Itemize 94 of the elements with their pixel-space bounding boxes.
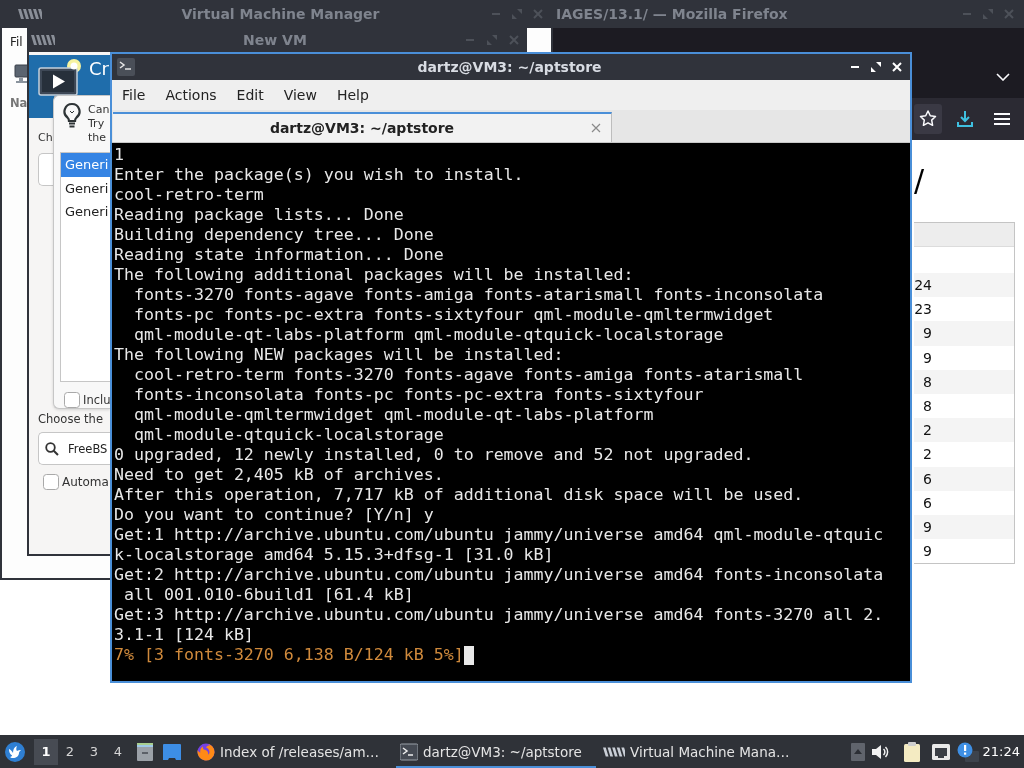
table-cell-text: 9 (922, 542, 932, 561)
round-logo-icon[interactable] (5, 741, 25, 762)
terminal-line: The following additional packages will be installed: (114, 265, 634, 285)
field-label: Choose the (38, 412, 103, 426)
menu-item[interactable]: File (112, 86, 156, 104)
tab[interactable]: dartz@VM3: ~/aptstore (113, 112, 612, 142)
menu-item[interactable]: Edit (226, 86, 274, 104)
terminal-line: qml-module-qmltermwidget qml-module-qt-labs-platform (132, 405, 654, 425)
screen-icon[interactable] (163, 743, 181, 760)
checkbox[interactable] (43, 474, 59, 490)
table-cell-text: 9 (922, 517, 932, 536)
workspace-button[interactable]: 4 (106, 738, 130, 765)
table-cell-text: 9 (922, 348, 932, 367)
menu-item[interactable]: Actions (155, 86, 227, 104)
download-icon[interactable] (956, 110, 974, 128)
file-cabinet-icon[interactable] (137, 742, 153, 761)
terminal-line: all 001.010-6build1 [61.4 kB] (123, 585, 414, 605)
terminal-line: Get:3 http://archive.ubuntu.com/ubuntu jammy/universe amd64 fonts-3270 all 2. (114, 605, 884, 625)
terminal-line: Reading package lists... Done (114, 205, 404, 225)
terminal-line: fonts-3270 fonts-agave fonts-amiga fonts-atarismall fonts-inconsolata (132, 285, 824, 305)
chevron-down-icon[interactable] (996, 73, 1010, 81)
workspace-button[interactable]: 3 (82, 738, 106, 765)
task-button[interactable]: Index of /releases/am… (193, 735, 393, 768)
table-cell-text: 6 (922, 493, 932, 512)
striped-app-icon (603, 746, 625, 757)
terminal-line: Enter the package(s) you wish to install. (114, 165, 524, 185)
table-cell-text: 2 (922, 421, 932, 440)
window-title: New VM (243, 31, 307, 49)
terminal-icon (400, 742, 418, 761)
search-field[interactable]: FreeBS (38, 432, 111, 465)
terminal-line: qml-module-qtquick-localstorage (132, 425, 444, 445)
exclamation-icon[interactable] (956, 741, 979, 762)
hint-text: Can (88, 103, 110, 117)
terminal-line: 1 (114, 145, 124, 165)
hint-text: Try (88, 117, 105, 131)
checkbox[interactable] (64, 392, 80, 408)
list-item[interactable]: Generi (61, 153, 110, 177)
maximize-icon[interactable] (871, 62, 881, 72)
terminal-line: Do you want to continue? [Y/n] y (114, 505, 434, 525)
terminal-line: Reading state information... Done (114, 245, 444, 265)
monitor-icon[interactable] (14, 64, 27, 84)
field-label: Ch (38, 131, 53, 145)
terminal-line: qml-module-qt-labs-platform qml-module-qtquick-localstorage (132, 325, 724, 345)
table-cell-text: 6 (922, 469, 932, 488)
checkbox-label: Automa (62, 474, 109, 490)
task-button[interactable]: Virtual Machine Mana… (599, 735, 799, 768)
menu-item[interactable]: Fil (10, 34, 23, 50)
table-cell-text: 9 (922, 324, 932, 343)
terminal-line: fonts-pc fonts-pc-extra fonts-sixtyfour qml-module-qmltermwidget (132, 305, 774, 325)
arrow-up-icon[interactable] (850, 742, 865, 761)
terminal-line: After this operation, 7,717 kB of additional disk space will be used. (114, 485, 804, 505)
workspace-button[interactable]: 2 (58, 738, 82, 765)
speaker-icon[interactable] (870, 743, 889, 760)
table-cell: 24 (914, 276, 932, 295)
list-item[interactable]: Generi (61, 176, 110, 200)
workspace-button[interactable]: 1 (34, 738, 58, 765)
terminal-line: The following NEW packages will be installed: (114, 345, 564, 365)
window-title: Virtual Machine Manager (181, 5, 380, 23)
task-button[interactable]: dartz@VM3: ~/aptstore (396, 735, 596, 768)
flame-globe-icon (197, 742, 215, 761)
dialog-heading: Cr (89, 58, 109, 80)
striped-app-icon (31, 35, 55, 45)
table-cell-text: 8 (922, 397, 932, 416)
network-port-icon[interactable] (930, 742, 951, 761)
search-icon (45, 441, 59, 456)
terminal-icon (117, 58, 135, 76)
clock: 21:24 (982, 744, 1021, 759)
table-cell-text: 8 (922, 372, 932, 391)
lightbulb-icon (62, 102, 82, 130)
clipboard-icon[interactable] (902, 741, 921, 762)
menu-item[interactable]: Help (326, 86, 379, 104)
list-item[interactable]: Generi (61, 200, 110, 224)
table-cell-text: 2 (922, 445, 932, 464)
column-header: Na (10, 96, 28, 111)
terminal-line: Need to get 2,405 kB of archives. (114, 465, 444, 485)
terminal-line: k-localstorage amd64 5.15.3+dfsg-1 [31.0 kB] (114, 545, 554, 565)
window-title: dartz@VM3: ~/aptstore (417, 58, 602, 76)
terminal-line: Get:1 http://archive.ubuntu.com/ubuntu jammy/universe amd64 qml-module-qtquic (114, 525, 884, 545)
terminal-line: Get:2 http://archive.ubuntu.com/ubuntu jammy/universe amd64 fonts-inconsolata (114, 565, 884, 585)
terminal-line: 7% [3 fonts-3270 6,138 B/124 kB 5%] (114, 645, 464, 665)
menu-icon[interactable] (994, 112, 1010, 126)
terminal-line: 3.1-1 [124 kB] (114, 625, 254, 645)
terminal-line: fonts-inconsolata fonts-pc fonts-pc-extra fonts-sixtyfour (132, 385, 704, 405)
page-heading: / (914, 164, 925, 198)
terminal-line: cool-retro-term (114, 185, 264, 205)
terminal-line: cool-retro-term fonts-3270 fonts-agave fonts-amiga fonts-atarismall (132, 365, 804, 385)
terminal-line: Building dependency tree... Done (114, 225, 434, 245)
terminal-line: 0 upgraded, 12 newly installed, 0 to remove and 52 not upgraded. (114, 445, 754, 465)
window-title: IAGES/13.1/ — Mozilla Firefox (556, 5, 788, 23)
menu-item[interactable]: View (273, 86, 327, 104)
table-cell: 23 (914, 300, 932, 319)
striped-app-icon (18, 9, 42, 19)
checkbox-label: Inclu (83, 392, 111, 408)
hint-text: the (88, 131, 107, 145)
